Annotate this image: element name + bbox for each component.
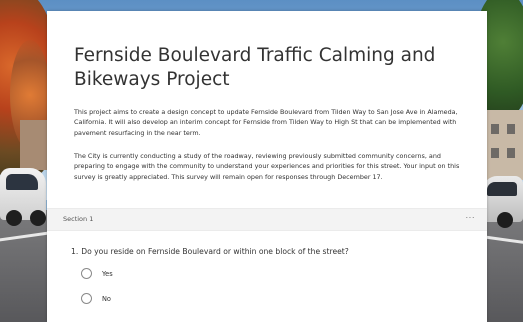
option-no-label: No: [102, 295, 111, 303]
form-description-paragraph-2: The City is currently conducting a study…: [74, 152, 460, 181]
background-car-left: [0, 168, 46, 226]
background-car-right: [483, 176, 523, 228]
form-card: Fernside Boulevard Traffic Calming and B…: [47, 11, 487, 322]
section-label: Section 1: [63, 215, 94, 223]
question-1: 1. Do you reside on Fernside Boulevard or…: [71, 247, 349, 257]
radio-yes[interactable]: [81, 268, 92, 279]
form-title: Fernside Boulevard Traffic Calming and B…: [74, 45, 436, 90]
section-header: Section 1 ···: [47, 208, 487, 231]
question-number: 1.: [71, 247, 79, 256]
option-yes-label: Yes: [102, 270, 113, 278]
ellipsis-icon[interactable]: ···: [466, 214, 476, 222]
radio-no[interactable]: [81, 293, 92, 304]
background-building-left: [20, 120, 48, 170]
form-description-paragraph-1: This project aims to create a design con…: [74, 108, 458, 137]
background-building-right: [483, 110, 523, 180]
question-text: Do you reside on Fernside Boulevard or w…: [81, 247, 349, 256]
